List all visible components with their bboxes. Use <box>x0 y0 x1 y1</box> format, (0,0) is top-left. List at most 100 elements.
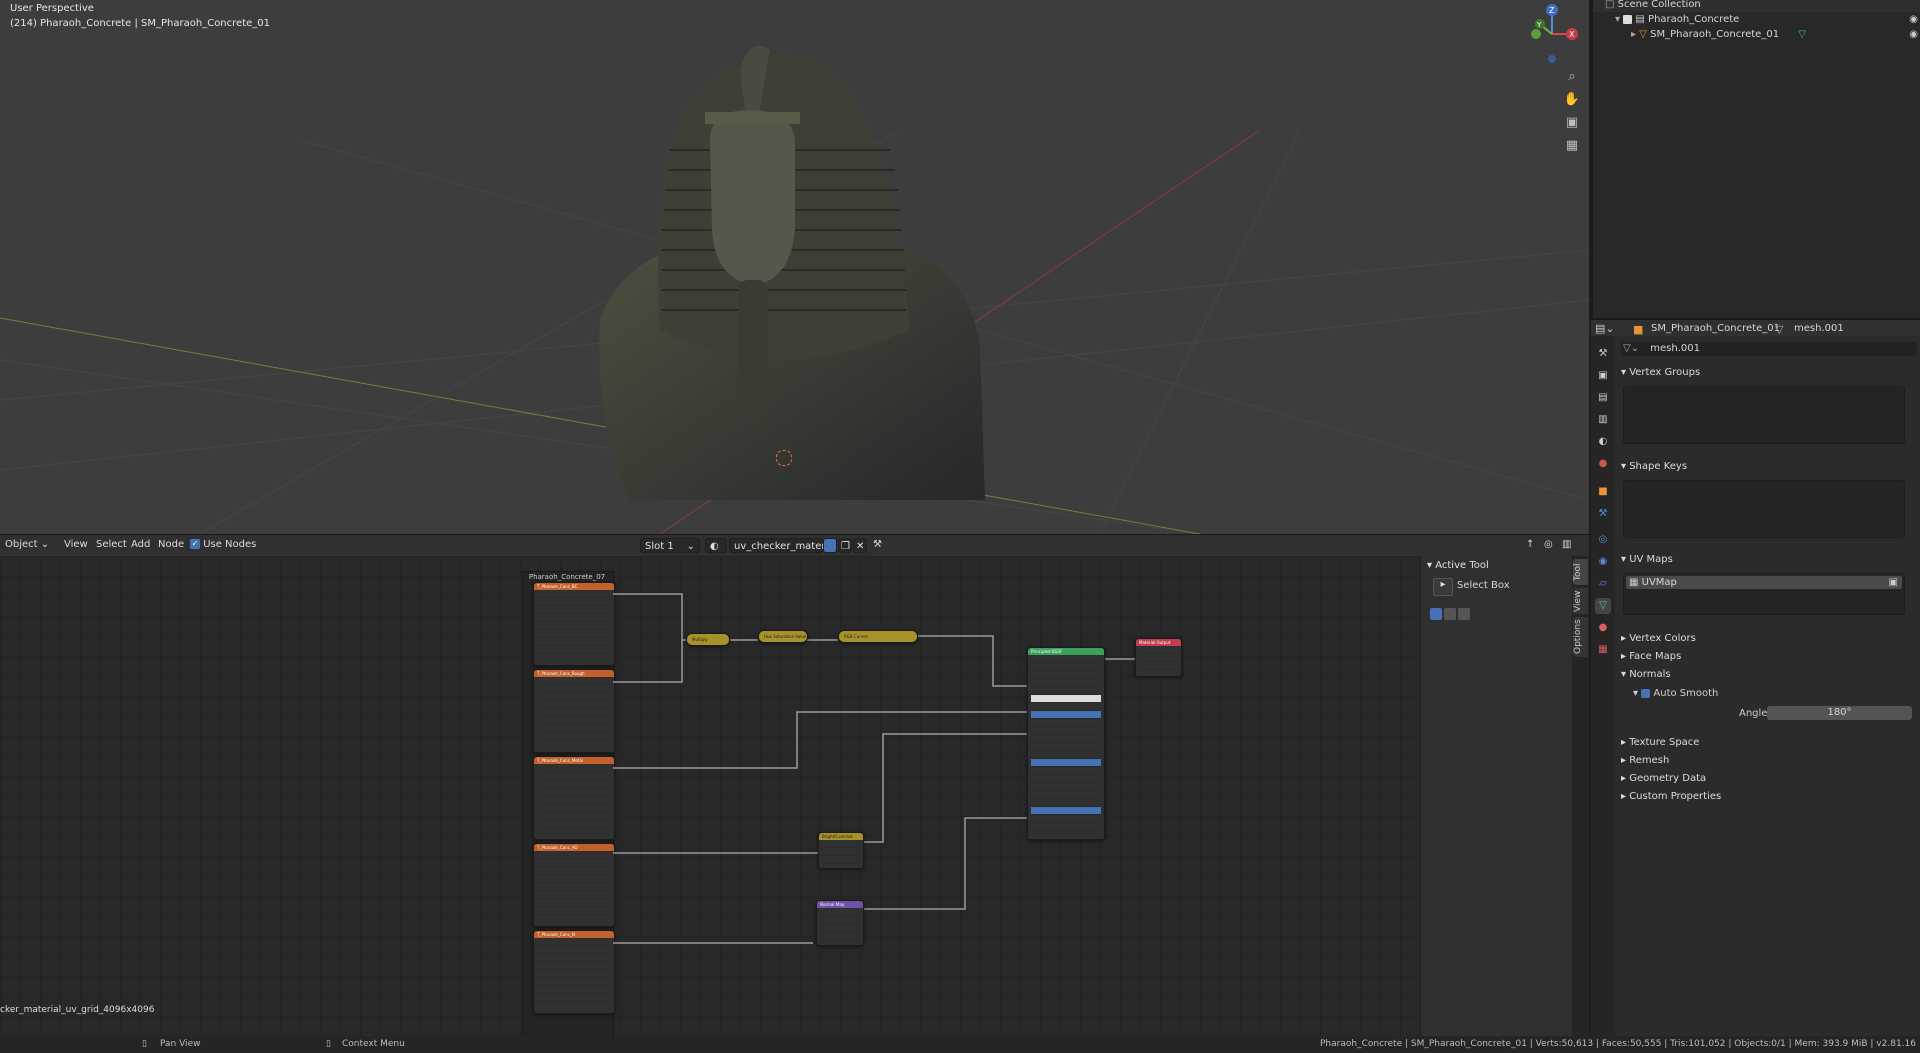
view-layer-tab-icon[interactable]: ▥ <box>1595 412 1611 428</box>
snap-icon[interactable]: ◎ <box>1544 539 1553 550</box>
object-tab-icon[interactable]: ■ <box>1595 484 1611 500</box>
multiply-node[interactable]: Multiply <box>686 633 730 646</box>
visibility-eye-icon[interactable]: ◉ <box>1909 27 1918 42</box>
menu-add[interactable]: Add <box>131 539 150 550</box>
visibility-eye-icon[interactable]: ◉ <box>1909 12 1918 27</box>
angle-field[interactable]: 180° <box>1767 706 1912 720</box>
camera-icon[interactable]: ▣ <box>1561 112 1583 134</box>
uv-map-icon: ▦ <box>1629 577 1639 588</box>
vertex-colors-panel-header[interactable]: ▸ Vertex Colors <box>1621 633 1696 644</box>
auto-smooth-label: Auto Smooth <box>1653 688 1719 699</box>
material-browse-icon[interactable]: ◐ <box>705 538 727 553</box>
custom-properties-panel-header[interactable]: ▸ Custom Properties <box>1621 791 1721 802</box>
select-box-tool-icon[interactable]: ▸ <box>1433 578 1453 596</box>
particles-tab-icon[interactable]: ◎ <box>1595 532 1611 548</box>
mesh-field-value: mesh.001 <box>1650 343 1700 354</box>
tab-tool[interactable]: Tool <box>1573 559 1588 585</box>
exclude-checkbox-icon[interactable] <box>1623 14 1633 24</box>
node-editor-canvas[interactable]: Pharaoh_Concrete_07 T_Pharaoh_Conc_BC T_… <box>0 556 1420 1036</box>
mesh-browse-icon[interactable]: ▽⌄ <box>1621 343 1639 354</box>
shape-keys-panel-header[interactable]: ▾ Shape Keys <box>1621 461 1687 472</box>
unlink-x-icon[interactable]: ✕ <box>853 538 867 553</box>
tab-view[interactable]: View <box>1573 588 1588 614</box>
mode-extend-icon[interactable] <box>1444 608 1456 620</box>
normal-map-node[interactable]: Normal Map <box>816 900 864 946</box>
active-tool-title: ▾ Active Tool <box>1427 560 1489 571</box>
perspective-label: User Perspective <box>10 3 94 14</box>
collection-label: Pharaoh_Concrete <box>1648 14 1740 25</box>
use-nodes-checkbox-icon[interactable]: ✓ <box>190 539 200 549</box>
editor-type-icon[interactable]: ▤⌄ <box>1595 322 1615 335</box>
collection-row[interactable]: ▾ ▤ Pharaoh_Concrete ◉ <box>1593 12 1920 27</box>
node-editor-header: Object ⌄ View Select Add Node ✓ Use Node… <box>0 534 1589 557</box>
modifier-tab-icon[interactable]: ⚒ <box>1595 506 1611 522</box>
tool-tab-icon[interactable]: ⚒ <box>1595 346 1611 362</box>
svg-text:Y: Y <box>1536 21 1542 29</box>
expand-chevron-icon[interactable]: ▾ <box>1593 14 1620 25</box>
principled-bsdf-node[interactable]: Principled BSDF <box>1027 647 1105 840</box>
material-name-field[interactable]: uv_checker_materia... <box>729 538 844 553</box>
tab-options[interactable]: Options <box>1573 617 1588 657</box>
mesh-object-icon: ▽ <box>1639 29 1647 40</box>
active-render-camera-icon[interactable]: ▣ <box>1889 576 1902 589</box>
vertex-groups-list[interactable] <box>1623 386 1905 444</box>
vertex-groups-panel-header[interactable]: ▾ Vertex Groups <box>1621 367 1700 378</box>
object-row[interactable]: ▸ ▽ SM_Pharaoh_Concrete_01 ▽ ◉ <box>1593 27 1920 42</box>
uv-maps-panel-header[interactable]: ▾ UV Maps <box>1621 554 1673 565</box>
material-output-node[interactable]: Material Output <box>1135 638 1182 677</box>
navigation-gizmo[interactable]: Z X Y <box>1520 2 1585 64</box>
face-maps-panel-header[interactable]: ▸ Face Maps <box>1621 651 1681 662</box>
snap-options-icon[interactable]: ▥ <box>1562 539 1571 550</box>
duplicate-icon[interactable]: ❐ <box>838 538 852 553</box>
material-tab-icon[interactable]: ● <box>1595 620 1611 636</box>
menu-node[interactable]: Node <box>158 539 184 550</box>
auto-smooth-checkbox-icon[interactable] <box>1641 688 1651 698</box>
mouse-right-icon: ▯ <box>326 1039 331 1049</box>
physics-tab-icon[interactable]: ◉ <box>1595 554 1611 570</box>
svg-text:X: X <box>1569 30 1575 39</box>
slot-dropdown[interactable]: Slot 1 ⌄ <box>640 538 700 553</box>
menu-select[interactable]: Select <box>96 539 127 550</box>
geometry-data-panel-header[interactable]: ▸ Geometry Data <box>1621 773 1706 784</box>
hue-saturation-node[interactable]: Hue Saturation Value <box>758 630 808 643</box>
scene-tab-icon[interactable]: ◐ <box>1595 434 1611 450</box>
menu-view[interactable]: View <box>64 539 88 550</box>
mode-subtract-icon[interactable] <box>1458 608 1470 620</box>
render-tab-icon[interactable]: ▣ <box>1595 368 1611 384</box>
pin-icon[interactable]: ⚒ <box>873 539 882 550</box>
grid-icon[interactable]: ▦ <box>1561 135 1583 157</box>
shape-keys-list[interactable] <box>1623 480 1905 538</box>
3d-viewport[interactable]: User Perspective (214) Pharaoh_Concrete … <box>0 0 1589 534</box>
auto-smooth-toggle[interactable]: ▾ Auto Smooth <box>1633 688 1718 699</box>
scene-collection-row[interactable]: □ Scene Collection <box>1593 0 1920 12</box>
remesh-panel-header[interactable]: ▸ Remesh <box>1621 755 1669 766</box>
bright-contrast-node[interactable]: Bright/Contrast <box>818 832 864 869</box>
uv-maps-list[interactable]: ▦ UVMap ▣ <box>1623 573 1905 615</box>
hand-icon[interactable]: ✋ <box>1561 89 1583 111</box>
fake-user-shield-icon[interactable] <box>823 538 837 553</box>
pharaoh-bust-model[interactable] <box>590 30 990 510</box>
outliner: □ Scene Collection ▾ ▤ Pharaoh_Concrete … <box>1591 0 1920 318</box>
mouse-middle-icon: ▯ <box>142 1039 147 1049</box>
sidebar-tabs: Tool View Options <box>1572 556 1589 1036</box>
status-bar: ▯ Pan View ▯ Context Menu Pharaoh_Concre… <box>0 1036 1920 1053</box>
mode-new-icon[interactable] <box>1430 608 1442 620</box>
world-tab-icon[interactable]: ● <box>1595 456 1611 472</box>
mode-dropdown[interactable]: Object ⌄ <box>5 539 49 550</box>
parent-node-tree-icon[interactable]: ↑ <box>1526 539 1534 550</box>
rgb-curves-node[interactable]: RGB Curves <box>838 630 918 643</box>
zoom-icon[interactable]: ⌕ <box>1561 66 1583 88</box>
properties-tabs: ⚒ ▣ ▤ ▥ ◐ ● ■ ⚒ ◎ ◉ ▱ ▽ ● ▦ <box>1591 336 1615 1036</box>
texture-space-panel-header[interactable]: ▸ Texture Space <box>1621 737 1699 748</box>
mesh-datablock-field[interactable]: ▽⌄ mesh.001 <box>1621 342 1917 356</box>
uv-map-item[interactable]: ▦ UVMap ▣ <box>1626 576 1902 589</box>
mesh-data-icon: ▽ <box>1798 29 1806 40</box>
output-tab-icon[interactable]: ▤ <box>1595 390 1611 406</box>
scene-collection-label: Scene Collection <box>1617 0 1701 10</box>
expand-chevron-icon[interactable]: ▸ <box>1593 29 1636 40</box>
normals-panel-header[interactable]: ▾ Normals <box>1621 669 1671 680</box>
use-nodes-toggle[interactable]: ✓ Use Nodes <box>190 539 256 550</box>
constraints-tab-icon[interactable]: ▱ <box>1595 576 1611 592</box>
mesh-data-tab-icon[interactable]: ▽ <box>1595 598 1611 614</box>
texture-tab-icon[interactable]: ▦ <box>1595 642 1611 658</box>
